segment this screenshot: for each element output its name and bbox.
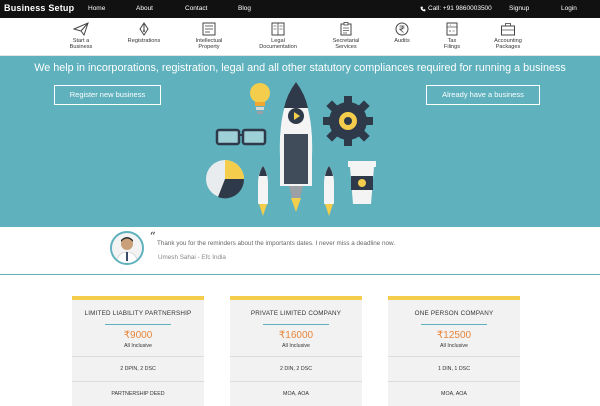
service-label: Packages (495, 44, 521, 51)
nav-login[interactable]: Login (561, 5, 577, 12)
briefcase-icon (501, 23, 515, 36)
quote-icon: “ (150, 231, 156, 242)
paper-plane-icon (73, 22, 89, 36)
pen-nib-icon (139, 22, 149, 36)
plan-feature: 2 DIN, 2 DSC (230, 356, 362, 381)
plan-feature: MOA, AOA (230, 381, 362, 406)
service-label: Filings (443, 44, 461, 51)
service-start-business[interactable]: Start a Business (50, 22, 112, 51)
rocket-icon (279, 82, 313, 212)
plan-feature: PARTNERSHIP DEED (72, 381, 204, 406)
book-icon (271, 22, 285, 36)
service-legal-documentation[interactable]: Legal Documentation (247, 22, 309, 51)
service-label: Documentation (259, 44, 297, 51)
clipboard-icon (340, 22, 352, 36)
booster-right-icon (324, 166, 334, 216)
service-registrations[interactable]: Registrations (113, 22, 175, 44)
service-label: Property (198, 44, 220, 51)
calculator-icon: + - x = (446, 22, 458, 36)
service-label: Services (335, 44, 357, 51)
plan-price: ₹9000 (123, 330, 153, 341)
phone-text: Call: +91 9860003500 (428, 5, 492, 12)
services-bar: Start a Business Registrations Intellect… (0, 18, 600, 56)
plan-price: ₹12500 (436, 330, 472, 341)
plan-title: PRIVATE LIMITED COMPANY (250, 310, 342, 317)
service-label: Business (69, 44, 93, 51)
svg-text:+ -: + - (449, 23, 454, 27)
testimonial-quote: Thank you for the reminders about the im… (157, 240, 396, 247)
nav-about[interactable]: About (136, 5, 153, 12)
pie-chart-icon (206, 160, 245, 199)
nav-signup[interactable]: Signup (509, 5, 529, 12)
plan-note: All Inclusive (124, 343, 152, 349)
booster-left-icon (258, 166, 268, 216)
nav-blog[interactable]: Blog (238, 5, 251, 12)
glasses-icon (215, 128, 267, 146)
plan-feature: 2 DPIN, 2 DSC (72, 356, 204, 381)
coffee-cup-icon (348, 161, 376, 204)
person-icon (115, 237, 139, 263)
plan-feature: MOA, AOA (388, 381, 520, 406)
lightbulb-icon (250, 83, 270, 114)
plan-title: ONE PERSON COMPANY (414, 310, 494, 317)
hero-banner: We help in incorporations, registration,… (0, 56, 600, 227)
service-label: Registrations (127, 38, 161, 44)
avatar (110, 231, 144, 265)
divider (263, 324, 329, 325)
plan-note: All Inclusive (282, 343, 310, 349)
plan-feature: 1 DIN, 1 DSC (388, 356, 520, 381)
pricing-section: LIMITED LIABILITY PARTNERSHIP ₹9000 All … (0, 276, 600, 406)
plan-title: LIMITED LIABILITY PARTNERSHIP (84, 310, 192, 317)
hero-illustration (206, 82, 376, 216)
divider (105, 324, 171, 325)
testimonial-section: “ Thank you for the reminders about the … (0, 227, 600, 275)
gear-icon (323, 96, 373, 146)
id-card-icon (202, 22, 216, 36)
service-intellectual-property[interactable]: Intellectual Property (178, 22, 240, 51)
plan-card-llp[interactable]: LIMITED LIABILITY PARTNERSHIP ₹9000 All … (72, 296, 204, 406)
svg-text:x =: x = (449, 29, 455, 33)
rupee-coin-icon (395, 22, 409, 36)
testimonial-author: Umesh Sahai - Efc India (158, 254, 226, 261)
divider (421, 324, 487, 325)
nav-home[interactable]: Home (88, 5, 105, 12)
nav-contact[interactable]: Contact (185, 5, 207, 12)
service-tax-filings[interactable]: + - x = Tax Filings (421, 22, 483, 51)
plan-card-private-limited[interactable]: PRIVATE LIMITED COMPANY ₹16000 All Inclu… (230, 296, 362, 406)
phone-contact[interactable]: Call: +91 9860003500 (420, 5, 492, 12)
service-accounting-packages[interactable]: Accounting Packages (477, 22, 539, 51)
brand-logo[interactable]: Business Setup (4, 3, 74, 13)
plan-price: ₹16000 (278, 330, 314, 341)
phone-icon (420, 6, 426, 11)
service-secretarial[interactable]: Secretarial Services (315, 22, 377, 51)
plan-card-one-person[interactable]: ONE PERSON COMPANY ₹12500 All Inclusive … (388, 296, 520, 406)
plan-note: All Inclusive (440, 343, 468, 349)
top-navbar: Business Setup Home About Contact Blog C… (0, 0, 600, 18)
